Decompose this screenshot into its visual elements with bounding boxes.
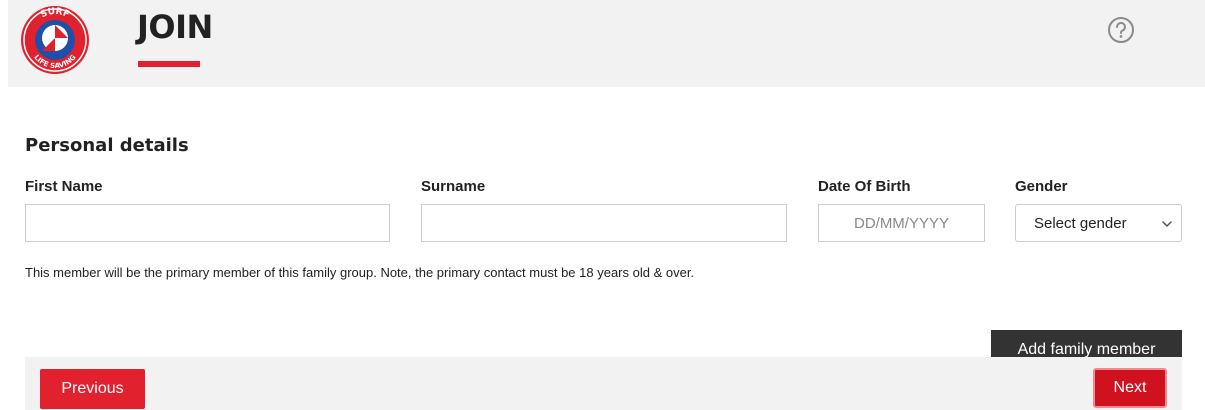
header-bar: SURF LIFE SAVING JOIN — [8, 0, 1205, 87]
first-name-input[interactable] — [25, 204, 390, 242]
footer-bar — [25, 357, 1182, 410]
section-title: Personal details — [25, 135, 189, 156]
first-name-label: First Name — [25, 178, 103, 195]
title-underline — [138, 61, 200, 67]
help-circle-icon[interactable] — [1107, 16, 1135, 44]
dob-input[interactable] — [818, 204, 985, 242]
previous-button[interactable]: Previous — [40, 369, 145, 409]
join-page: SURF LIFE SAVING JOIN Personal details F… — [0, 0, 1205, 410]
surf-life-saving-logo: SURF LIFE SAVING — [21, 6, 89, 74]
gender-select[interactable]: Select gender — [1015, 204, 1182, 242]
chevron-down-icon — [1162, 221, 1172, 227]
page-title: JOIN — [137, 8, 213, 46]
surname-input[interactable] — [421, 204, 787, 242]
gender-selected-value: Select gender — [1034, 215, 1127, 232]
next-button[interactable]: Next — [1093, 368, 1167, 408]
dob-label: Date Of Birth — [818, 178, 911, 195]
primary-member-note: This member will be the primary member o… — [25, 265, 695, 280]
gender-label: Gender — [1015, 178, 1068, 195]
surname-label: Surname — [421, 178, 486, 195]
